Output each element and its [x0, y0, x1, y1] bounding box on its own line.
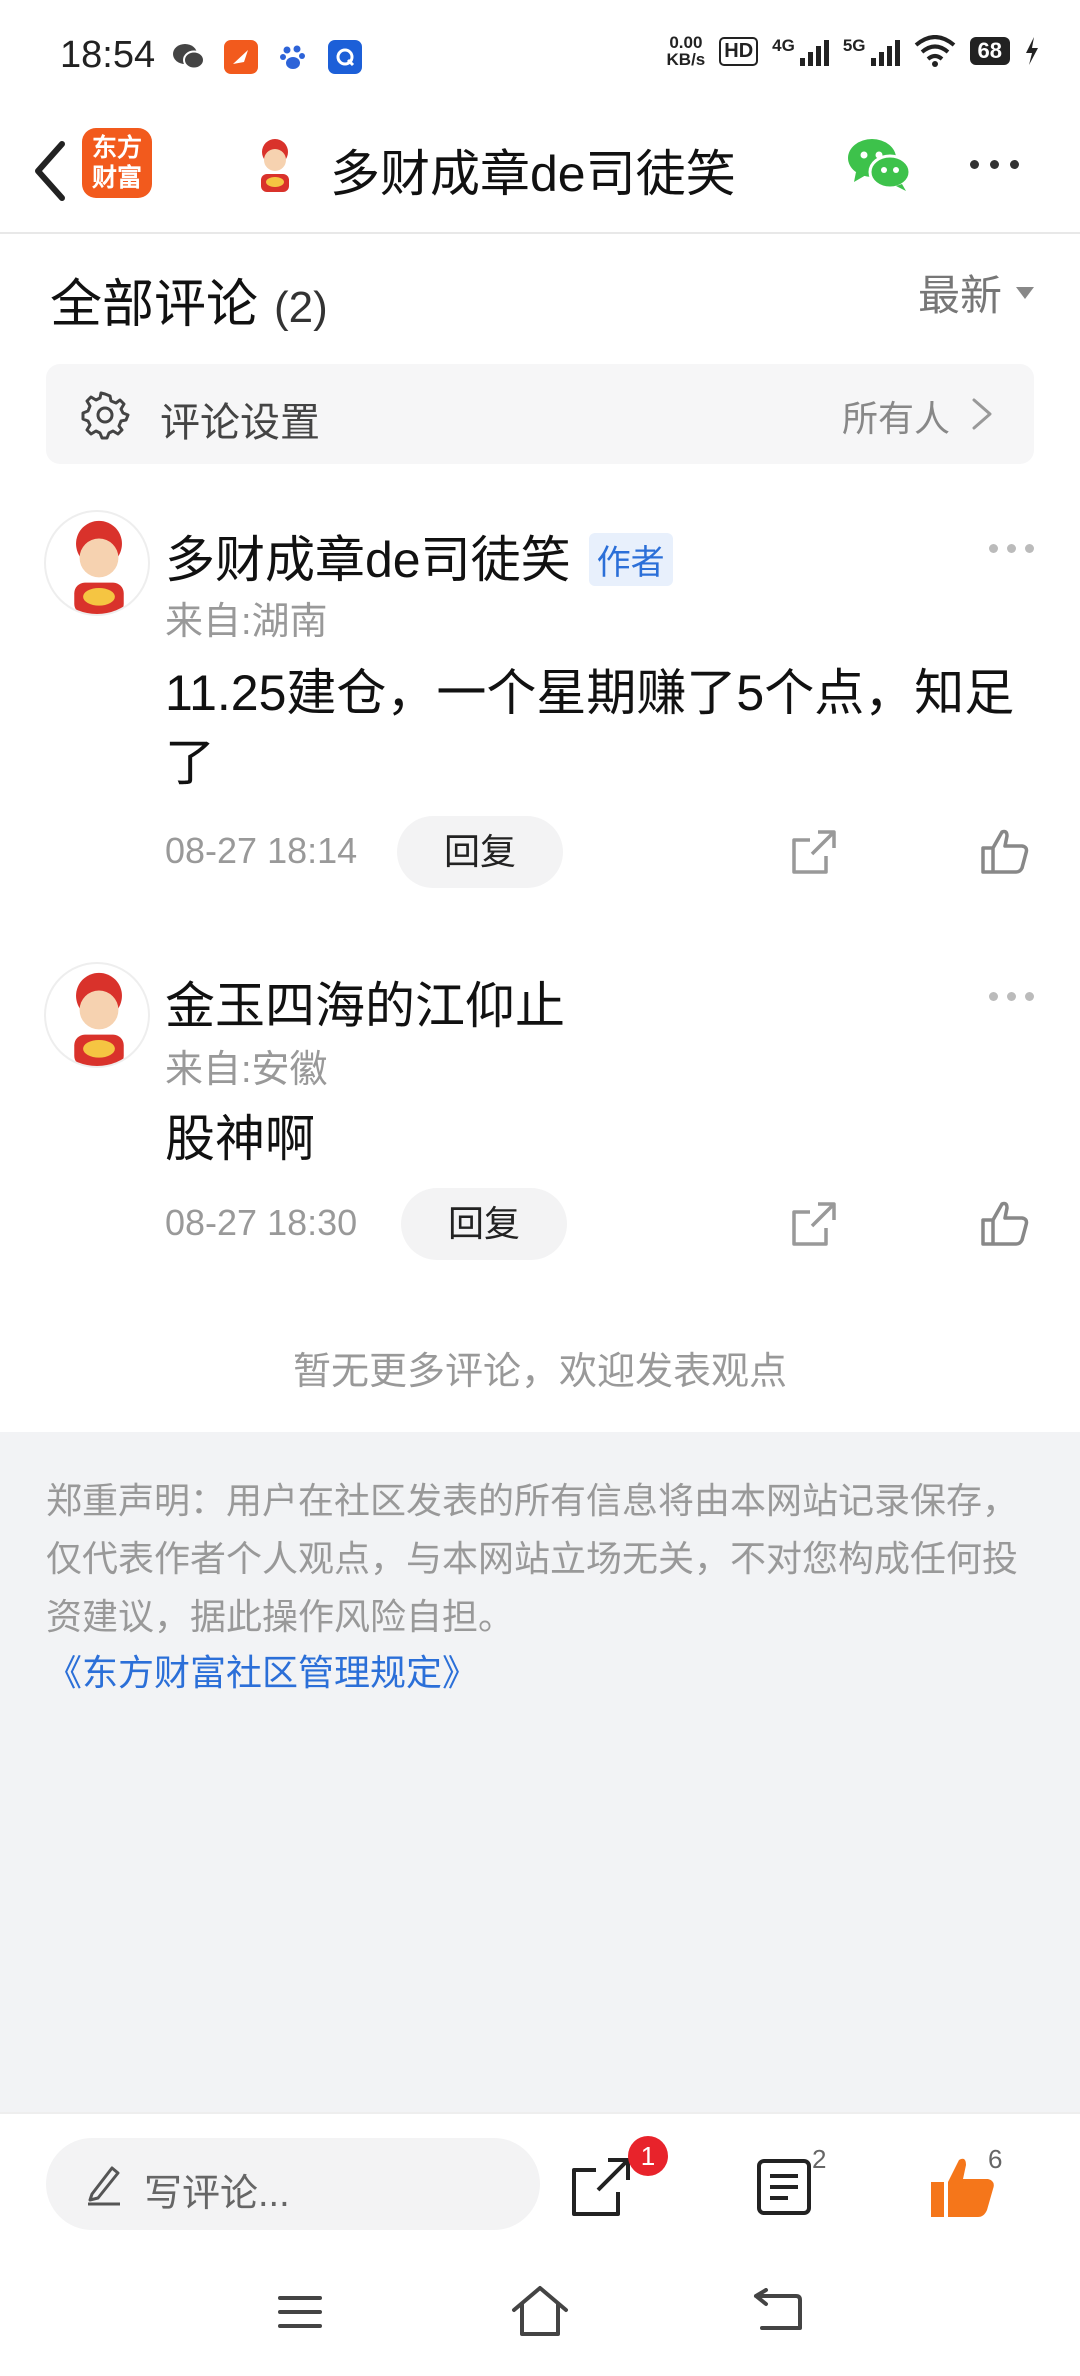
like-icon[interactable]	[980, 1198, 1030, 1248]
back-arrow-icon[interactable]	[24, 136, 84, 206]
comment-author[interactable]: 金玉四海的江仰止	[165, 966, 565, 1038]
write-comment-placeholder: 写评论...	[144, 2173, 290, 2215]
more-options-icon[interactable]	[970, 160, 1019, 169]
gear-icon	[81, 391, 130, 440]
share-icon[interactable]	[790, 828, 838, 876]
author-avatar[interactable]	[245, 134, 305, 194]
comment-time: 08-27 18:14	[165, 830, 358, 871]
signal-4g-icon: 4G	[772, 36, 829, 66]
status-right: 0.00 KB/s HD 4G 5G 68	[667, 34, 1040, 68]
back-icon[interactable]	[752, 2288, 804, 2334]
comment-text: 11.25建仓，一个星期赚了5个点，知足了	[165, 665, 1015, 791]
dropdown-triangle-icon	[1016, 286, 1034, 299]
bottom-action-bar: 写评论... 1 2 6	[0, 2112, 1080, 2246]
system-nav-bar	[0, 2246, 1080, 2376]
share-icon[interactable]	[790, 1200, 838, 1248]
status-app-icons	[172, 40, 362, 74]
home-icon[interactable]	[510, 2284, 570, 2338]
sort-dropdown[interactable]: 最新	[918, 262, 1034, 323]
disclaimer-text: 郑重声明：用户在社区发表的所有信息将由本网站记录保存，仅代表作者个人观点，与本网…	[46, 1480, 1019, 1637]
status-bar: 18:54 0.00 KB/s HD 4G 5G 68	[0, 0, 1080, 110]
pencil-icon	[88, 2166, 120, 2206]
comment-time: 08-27 18:30	[165, 1202, 358, 1243]
comments-count: (2)	[274, 283, 328, 332]
status-time: 18:54	[60, 34, 156, 76]
author-badge: 作者	[588, 533, 673, 587]
comment-location: 来自:安徽	[165, 1049, 328, 1091]
comment-settings-row[interactable]: 评论设置 所有人	[46, 364, 1034, 464]
battery-indicator: 68	[969, 37, 1010, 65]
write-comment-input[interactable]: 写评论...	[46, 2138, 540, 2230]
avatar[interactable]	[44, 962, 150, 1068]
comment-more-icon[interactable]	[989, 544, 1034, 553]
network-speed: 0.00 KB/s	[666, 33, 706, 69]
wechat-icon	[172, 40, 206, 74]
app-icon	[224, 40, 258, 74]
comment-location: 来自:湖南	[165, 601, 328, 643]
page-title: 多财成章de司徒笑	[330, 146, 736, 202]
wechat-share-icon[interactable]	[846, 136, 912, 192]
settings-value: 所有人	[841, 398, 950, 439]
charging-icon	[1026, 37, 1038, 65]
community-rules-link[interactable]: 《东方财富社区管理规定》	[46, 1644, 478, 1696]
chevron-right-icon	[972, 398, 992, 430]
comment-text: 股神啊	[165, 1111, 315, 1167]
comment-author[interactable]: 多财成章de司徒笑 作者	[165, 520, 673, 592]
comment-count: 2	[812, 2144, 827, 2174]
settings-label: 评论设置	[160, 401, 320, 445]
share-count-badge: 1	[628, 2136, 668, 2176]
header: 东方 财富 多财成章de司徒笑	[0, 110, 1080, 234]
signal-5g-icon: 5G	[843, 36, 900, 66]
app-icon	[328, 40, 362, 74]
baidu-icon	[276, 40, 310, 74]
disclaimer-section: 郑重声明：用户在社区发表的所有信息将由本网站记录保存，仅代表作者个人观点，与本网…	[0, 1432, 1080, 2112]
reply-button[interactable]: 回复	[397, 816, 563, 888]
share-icon[interactable]	[570, 2156, 632, 2218]
avatar[interactable]	[44, 510, 150, 616]
comment-more-icon[interactable]	[989, 992, 1034, 1001]
comments-title: 全部评论 (2)	[50, 276, 328, 334]
no-more-comments: 暂无更多评论，欢迎发表观点	[292, 1351, 787, 1393]
app-logo[interactable]: 东方 财富	[82, 128, 152, 198]
wifi-icon	[914, 35, 955, 67]
hd-indicator: HD	[719, 36, 759, 66]
like-count: 6	[988, 2144, 1003, 2174]
menu-icon[interactable]	[276, 2292, 324, 2332]
reply-button[interactable]: 回复	[401, 1188, 567, 1260]
like-icon[interactable]	[980, 826, 1030, 876]
comment-list-icon[interactable]	[756, 2158, 812, 2216]
